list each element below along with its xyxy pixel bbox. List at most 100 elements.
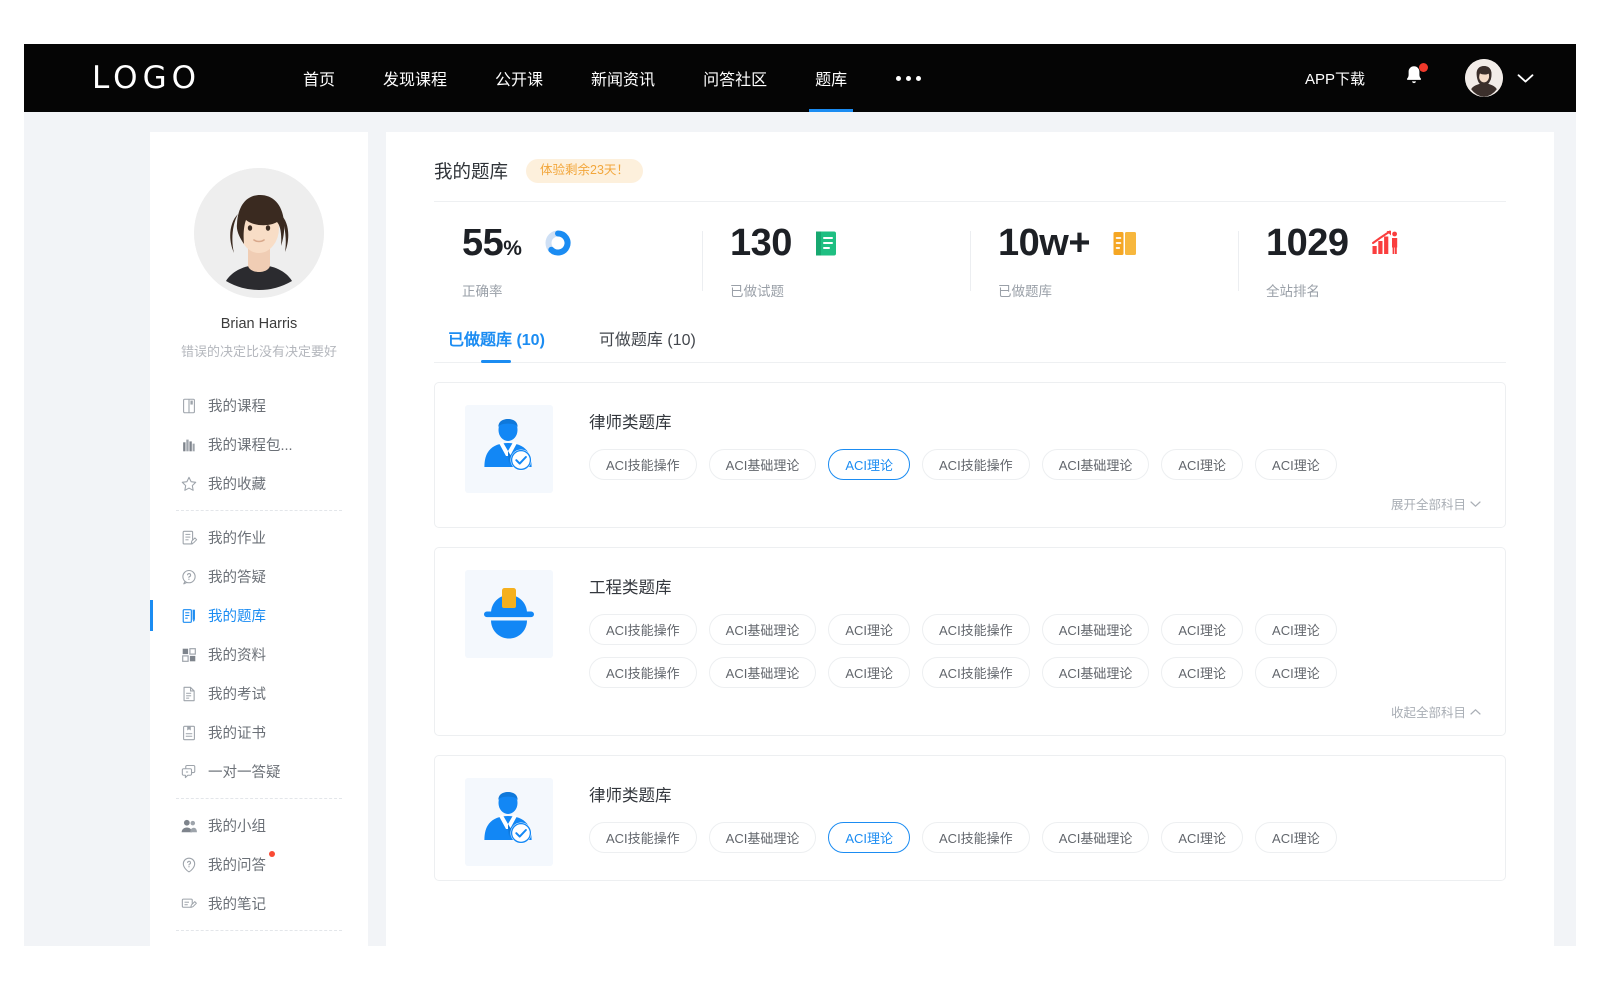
subject-tag[interactable]: ACI基础理论 [1042, 614, 1150, 645]
subject-tag[interactable]: ACI理论 [1255, 614, 1337, 645]
sidebar-item-text: 我的收藏 [208, 477, 266, 493]
stat-value-row: 130 [730, 224, 970, 262]
expand-subjects-toggle[interactable]: 收起全部科目 [589, 700, 1481, 721]
subject-tag[interactable]: ACI理论 [828, 822, 910, 853]
sidebar-item-text: 我的题库 [208, 609, 266, 625]
nav-item-3[interactable]: 公开课 [471, 44, 567, 112]
more-nav-icon[interactable] [871, 44, 945, 112]
question-bank-icon [180, 607, 198, 625]
site-logo[interactable]: LOGO [92, 63, 201, 94]
books-icon [180, 436, 198, 454]
sidebar-item-9[interactable]: 我的证书 [150, 713, 368, 752]
chevron-down-icon [1517, 73, 1534, 84]
subject-tag[interactable]: ACI基础理论 [1042, 822, 1150, 853]
sidebar-item-2[interactable]: 我的课程包... [150, 425, 368, 464]
subject-tag[interactable]: ACI理论 [1161, 822, 1243, 853]
sidebar-item-text: 我的作业 [208, 531, 266, 547]
nav-item-label: 发现课程 [383, 66, 447, 90]
notifications-button[interactable] [1403, 64, 1425, 92]
nav-item-1[interactable]: 首页 [279, 44, 359, 112]
subject-tag[interactable]: ACI技能操作 [922, 614, 1030, 645]
avatar-large[interactable] [194, 168, 324, 298]
question-circle-icon [180, 568, 198, 586]
stat-value-number: 55 [462, 222, 503, 264]
sidebar-item-4[interactable]: 我的作业 [150, 518, 368, 557]
stat-value: 130 [730, 224, 792, 262]
qa-pin-icon [180, 856, 198, 874]
subject-tag[interactable]: ACI理论 [1255, 449, 1337, 480]
ellipsis-dot [896, 76, 901, 81]
subject-tag[interactable]: ACI理论 [828, 614, 910, 645]
subject-tag[interactable]: ACI理论 [1161, 657, 1243, 688]
subject-tag[interactable]: ACI基础理论 [709, 657, 817, 688]
subject-tag[interactable]: ACI技能操作 [589, 822, 697, 853]
expand-subjects-toggle[interactable]: 展开全部科目 [589, 492, 1481, 513]
stat-value-row: 55% [462, 224, 702, 262]
subject-tag[interactable]: ACI技能操作 [589, 449, 697, 480]
qa-pin-icon [180, 856, 198, 874]
sidebar-item-5[interactable]: 我的答疑 [150, 557, 368, 596]
subject-tag[interactable]: ACI技能操作 [589, 614, 697, 645]
app-download-link[interactable]: APP下载 [1305, 68, 1365, 89]
subject-tag[interactable]: ACI理论 [828, 449, 910, 480]
certificate-icon [180, 724, 198, 742]
nav-item-4[interactable]: 新闻资讯 [567, 44, 679, 112]
nav-item-2[interactable]: 发现课程 [359, 44, 471, 112]
stat-label: 全站排名 [1266, 280, 1506, 300]
exam-icon [180, 685, 198, 703]
subject-tag[interactable]: ACI技能操作 [922, 657, 1030, 688]
subject-tag[interactable]: ACI基础理论 [709, 822, 817, 853]
tab-2[interactable]: 可做题库 (10) [599, 326, 696, 363]
sidebar-item-10[interactable]: 一对一答疑 [150, 752, 368, 791]
subject-tag[interactable]: ACI基础理论 [709, 449, 817, 480]
subject-tag[interactable]: ACI基础理论 [709, 614, 817, 645]
subject-tag[interactable]: ACI理论 [1161, 449, 1243, 480]
sidebar-item-text: 一对一答疑 [208, 765, 281, 781]
sidebar-item-6[interactable]: 我的题库 [150, 596, 368, 635]
sidebar-user-motto: 错误的决定比没有决定要好 [160, 341, 358, 360]
tab-1[interactable]: 已做题库 (10) [448, 326, 545, 363]
sidebar-divider [176, 798, 342, 799]
stat-value-row: 10w+ [998, 224, 1238, 262]
sidebar-item-text: 我的资料 [208, 648, 266, 664]
card-thumbnail [465, 405, 553, 493]
page-title: 我的题库 [434, 158, 508, 184]
sidebar-item-text: 我的考试 [208, 687, 266, 703]
lawyer-avatar-icon [476, 789, 542, 855]
subject-tag[interactable]: ACI基础理论 [1042, 449, 1150, 480]
sidebar-item-12[interactable]: 我的问答 [150, 845, 368, 884]
star-icon [180, 475, 198, 493]
question-bank-card[interactable]: 律师类题库ACI技能操作ACI基础理论ACI理论ACI技能操作ACI基础理论AC… [434, 382, 1506, 528]
sidebar-divider [176, 510, 342, 511]
sidebar-item-3[interactable]: 我的收藏 [150, 464, 368, 503]
files-icon [180, 646, 198, 664]
question-bank-list: 律师类题库ACI技能操作ACI基础理论ACI理论ACI技能操作ACI基础理论AC… [434, 363, 1506, 881]
subject-tag[interactable]: ACI技能操作 [922, 449, 1030, 480]
question-bank-card[interactable]: 工程类题库ACI技能操作ACI基础理论ACI理论ACI技能操作ACI基础理论AC… [434, 547, 1506, 736]
donut-progress-icon [543, 228, 573, 258]
sidebar-item-1[interactable]: 我的课程 [150, 386, 368, 425]
subject-tag[interactable]: ACI技能操作 [589, 657, 697, 688]
account-dropdown-toggle[interactable] [1517, 73, 1534, 84]
sidebar-item-11[interactable]: 我的小组 [150, 806, 368, 845]
avatar[interactable] [1465, 59, 1503, 97]
sidebar-item-13[interactable]: 我的笔记 [150, 884, 368, 923]
nav-item-6[interactable]: 题库 [791, 44, 871, 112]
sidebar-item-label: 一对一答疑 [208, 761, 281, 782]
sidebar-item-text: 我的答疑 [208, 570, 266, 586]
stat-card-4: 1029 全站排名 [1238, 224, 1506, 300]
sidebar-item-14[interactable]: 我的积分 [150, 938, 368, 946]
subject-tag[interactable]: ACI理论 [1255, 657, 1337, 688]
sidebar-item-7[interactable]: 我的资料 [150, 635, 368, 674]
subject-tag[interactable]: ACI基础理论 [1042, 657, 1150, 688]
stat-value-row: 1029 [1266, 224, 1506, 262]
subject-tag[interactable]: ACI理论 [1161, 614, 1243, 645]
subject-tag[interactable]: ACI技能操作 [922, 822, 1030, 853]
subject-tag[interactable]: ACI理论 [1255, 822, 1337, 853]
subject-tag[interactable]: ACI理论 [828, 657, 910, 688]
question-bank-card[interactable]: 律师类题库ACI技能操作ACI基础理论ACI理论ACI技能操作ACI基础理论AC… [434, 755, 1506, 881]
sidebar-item-label: 我的资料 [208, 644, 266, 665]
sidebar-item-8[interactable]: 我的考试 [150, 674, 368, 713]
paper-green-icon [814, 230, 838, 257]
nav-item-5[interactable]: 问答社区 [679, 44, 791, 112]
